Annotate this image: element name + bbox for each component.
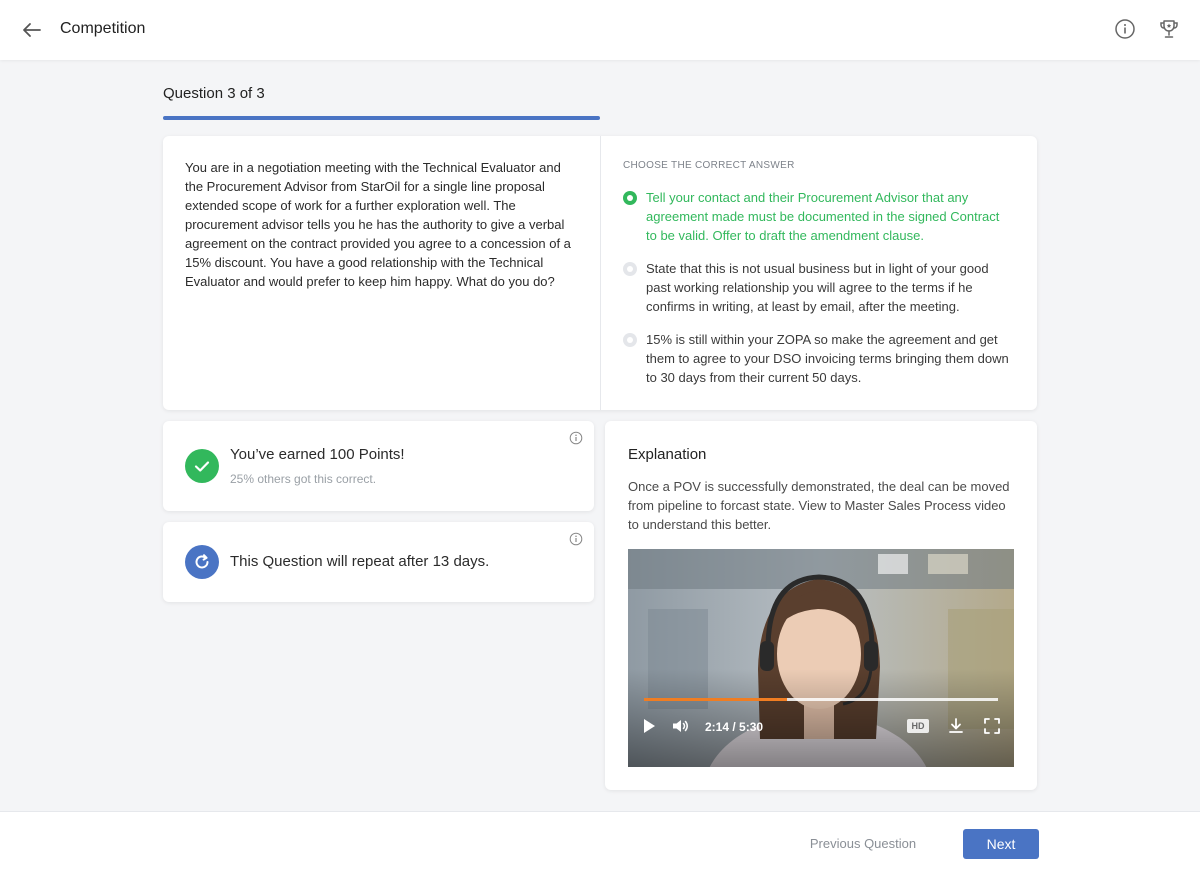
answers-header: CHOOSE THE CORRECT ANSWER: [623, 160, 795, 171]
repeat-text: This Question will repeat after 13 days.: [230, 553, 490, 570]
video-player[interactable]: 2:14 / 5:30 HD: [628, 549, 1014, 767]
fullscreen-icon: [984, 718, 1000, 734]
points-earned-text: You’ve earned 100 Points!: [230, 446, 405, 463]
play-button[interactable]: [640, 717, 658, 735]
hd-quality-button[interactable]: HD: [907, 719, 929, 733]
back-button[interactable]: [18, 16, 46, 44]
question-card: You are in a negotiation meeting with th…: [163, 136, 1037, 410]
footer-bar: Previous Question Next: [0, 811, 1200, 873]
points-info-button[interactable]: [569, 431, 583, 445]
download-button[interactable]: [947, 717, 965, 735]
points-stat-text: 25% others got this correct.: [230, 472, 377, 486]
explanation-text: Once a POV is successfully demonstrated,…: [628, 479, 1010, 532]
download-icon: [949, 718, 963, 733]
explanation-title: Explanation: [628, 446, 707, 463]
top-bar: Competition: [0, 0, 1200, 60]
page-title: Competition: [60, 20, 146, 37]
arrow-left-icon: [23, 23, 41, 37]
question-progress-fill: [163, 116, 600, 120]
info-button[interactable]: [1113, 17, 1137, 41]
answer-option-1[interactable]: Tell your contact and their Procurement …: [623, 188, 1013, 245]
volume-icon: [673, 720, 688, 732]
video-progress-fill: [644, 698, 788, 701]
question-progress-bar: [163, 116, 600, 120]
trophy-icon: [1160, 20, 1178, 38]
radio-button[interactable]: [623, 191, 637, 205]
refresh-icon: [185, 545, 219, 579]
answer-option-text: Tell your contact and their Procurement …: [646, 190, 1000, 243]
fullscreen-button[interactable]: [983, 717, 1001, 735]
radio-button[interactable]: [623, 333, 637, 347]
info-icon: [1115, 19, 1135, 39]
previous-question-button[interactable]: Previous Question: [792, 833, 934, 855]
answer-option-2[interactable]: State that this is not usual business bu…: [623, 259, 1013, 316]
play-icon: [644, 719, 655, 733]
answer-option-text: State that this is not usual business bu…: [646, 261, 989, 314]
info-icon: [569, 532, 583, 546]
question-text: You are in a negotiation meeting with th…: [185, 160, 571, 289]
video-progress-bar[interactable]: [644, 698, 998, 701]
radio-button[interactable]: [623, 262, 637, 276]
next-button[interactable]: Next: [963, 829, 1039, 859]
points-card: You’ve earned 100 Points! 25% others got…: [163, 421, 594, 511]
info-icon: [569, 431, 583, 445]
leaderboard-button[interactable]: [1157, 17, 1181, 41]
check-circle-icon: [185, 449, 219, 483]
volume-button[interactable]: [671, 717, 689, 735]
answer-option-3[interactable]: 15% is still within your ZOPA so make th…: [623, 330, 1013, 387]
explanation-card: Explanation Once a POV is successfully d…: [605, 421, 1037, 790]
question-counter: Question 3 of 3: [163, 85, 265, 102]
answer-option-text: 15% is still within your ZOPA so make th…: [646, 332, 1009, 385]
video-time: 2:14 / 5:30: [705, 720, 764, 734]
repeat-info-button[interactable]: [569, 532, 583, 546]
repeat-card: This Question will repeat after 13 days.: [163, 522, 594, 602]
card-divider: [600, 136, 601, 410]
